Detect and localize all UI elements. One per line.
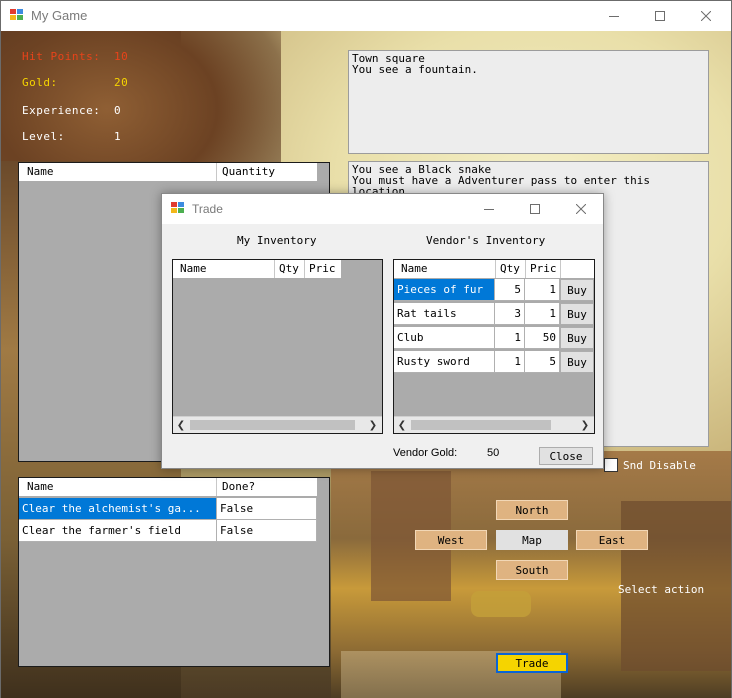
vendor-item-name[interactable]: Rat tails bbox=[394, 303, 495, 325]
column-header-name[interactable]: Name bbox=[27, 480, 54, 493]
vendor-gold-label: Vendor Gold: bbox=[393, 447, 458, 459]
title-bar: My Game bbox=[1, 1, 731, 31]
vendor-item-name[interactable]: Club bbox=[394, 327, 495, 349]
quest-grid[interactable]: Name Done? Clear the alchemist's ga... F… bbox=[18, 477, 330, 667]
vendor-item-qty[interactable]: 1 bbox=[495, 327, 525, 349]
app-icon bbox=[10, 9, 24, 22]
buy-button[interactable]: Buy bbox=[560, 327, 594, 349]
scroll-right-icon[interactable]: ❯ bbox=[365, 418, 381, 432]
horizontal-scrollbar[interactable]: ❮ ❯ bbox=[394, 416, 594, 433]
experience-value: 0 bbox=[114, 104, 122, 117]
column-header-name[interactable]: Name bbox=[27, 165, 54, 178]
close-icon[interactable] bbox=[558, 194, 604, 224]
vendor-item-qty[interactable]: 3 bbox=[495, 303, 525, 325]
hit-points-label: Hit Points: bbox=[22, 50, 101, 63]
trade-dialog-title-bar: Trade bbox=[162, 194, 603, 224]
scroll-right-icon[interactable]: ❯ bbox=[577, 418, 593, 432]
vendor-item-price[interactable]: 1 bbox=[525, 279, 560, 301]
location-description[interactable]: Town square You see a fountain. bbox=[348, 50, 709, 154]
background-flowers bbox=[471, 591, 531, 617]
west-button[interactable]: West bbox=[415, 530, 487, 550]
quest-row-done[interactable]: False bbox=[217, 520, 317, 542]
vendor-inventory-grid[interactable]: Name Qty Pric Pieces of fur 5 1 Buy Rat … bbox=[393, 259, 595, 434]
quest-row-name[interactable]: Clear the alchemist's ga... bbox=[19, 498, 217, 520]
gold-label: Gold: bbox=[22, 76, 58, 89]
level-label: Level: bbox=[22, 130, 65, 143]
vendor-item-price[interactable]: 5 bbox=[525, 351, 560, 373]
inventory-grid-header: Name Quantity bbox=[19, 163, 317, 181]
vendor-item-qty[interactable]: 1 bbox=[495, 351, 525, 373]
east-button[interactable]: East bbox=[576, 530, 648, 550]
column-header-price[interactable]: Pric bbox=[309, 262, 336, 275]
scroll-thumb[interactable] bbox=[190, 420, 355, 430]
scroll-thumb[interactable] bbox=[411, 420, 551, 430]
quest-row-done[interactable]: False bbox=[217, 498, 317, 520]
my-inventory-label: My Inventory bbox=[237, 234, 317, 247]
map-button[interactable]: Map bbox=[496, 530, 568, 550]
scroll-left-icon[interactable]: ❮ bbox=[173, 418, 189, 432]
buy-button[interactable]: Buy bbox=[560, 279, 594, 301]
experience-label: Experience: bbox=[22, 104, 101, 117]
column-header-done[interactable]: Done? bbox=[222, 480, 255, 493]
column-header-name[interactable]: Name bbox=[180, 262, 207, 275]
north-button[interactable]: North bbox=[496, 500, 568, 520]
vendor-inventory-header: Name Qty Pric bbox=[394, 260, 594, 278]
column-header-qty[interactable]: Qty bbox=[279, 262, 299, 275]
trade-dialog-title: Trade bbox=[192, 202, 223, 216]
vendor-item-price[interactable]: 1 bbox=[525, 303, 560, 325]
column-header-price[interactable]: Pric bbox=[530, 262, 557, 275]
maximize-icon[interactable] bbox=[637, 1, 683, 31]
scroll-left-icon[interactable]: ❮ bbox=[394, 418, 410, 432]
trade-button[interactable]: Trade bbox=[496, 653, 568, 673]
column-header-qty[interactable]: Qty bbox=[500, 262, 520, 275]
sound-disable-checkbox[interactable] bbox=[604, 458, 618, 472]
select-action-label: Select action bbox=[618, 583, 705, 596]
column-header-quantity[interactable]: Quantity bbox=[222, 165, 275, 178]
my-inventory-header: Name Qty Pric bbox=[173, 260, 341, 278]
vendor-gold-value: 50 bbox=[487, 447, 500, 459]
minimize-icon[interactable] bbox=[466, 194, 512, 224]
quest-row-name[interactable]: Clear the farmer's field bbox=[19, 520, 217, 542]
app-icon bbox=[171, 202, 185, 215]
close-button[interactable]: Close bbox=[539, 447, 593, 465]
buy-button[interactable]: Buy bbox=[560, 303, 594, 325]
south-button[interactable]: South bbox=[496, 560, 568, 580]
vendor-item-qty[interactable]: 5 bbox=[495, 279, 525, 301]
window-title: My Game bbox=[31, 8, 88, 23]
horizontal-scrollbar[interactable]: ❮ ❯ bbox=[173, 416, 382, 433]
trade-dialog: Trade My Inventory Vendor's Inventory Na… bbox=[161, 193, 604, 469]
level-value: 1 bbox=[114, 130, 122, 143]
vendor-item-name[interactable]: Rusty sword bbox=[394, 351, 495, 373]
hit-points-value: 10 bbox=[114, 50, 129, 63]
quest-grid-header: Name Done? bbox=[19, 478, 317, 496]
maximize-icon[interactable] bbox=[512, 194, 558, 224]
column-header-name[interactable]: Name bbox=[401, 262, 428, 275]
my-inventory-grid[interactable]: Name Qty Pric ❮ ❯ bbox=[172, 259, 383, 434]
vendor-item-price[interactable]: 50 bbox=[525, 327, 560, 349]
buy-button[interactable]: Buy bbox=[560, 351, 594, 373]
vendor-item-name[interactable]: Pieces of fur bbox=[394, 279, 495, 301]
gold-value: 20 bbox=[114, 76, 129, 89]
minimize-icon[interactable] bbox=[591, 1, 637, 31]
close-icon[interactable] bbox=[683, 1, 729, 31]
sound-disable-label: Snd Disable bbox=[623, 459, 696, 472]
vendor-inventory-label: Vendor's Inventory bbox=[426, 234, 546, 247]
